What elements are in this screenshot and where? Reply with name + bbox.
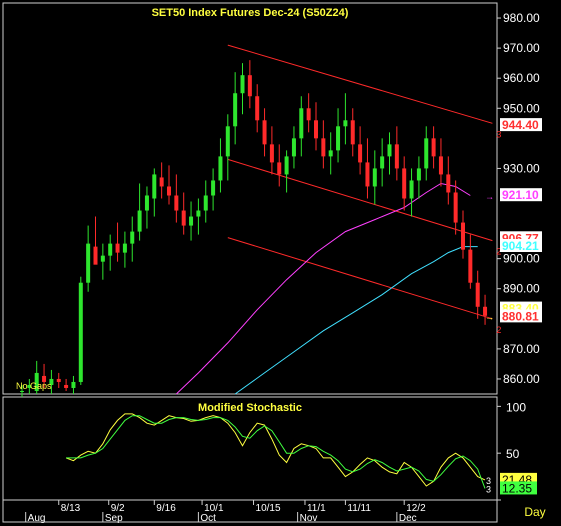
date-tick-label: 11/11 — [347, 503, 371, 514]
channel-end-label: 2 — [496, 325, 501, 335]
candle-body — [365, 162, 370, 187]
price-tick-label: 890.00 — [503, 282, 540, 296]
price-flag-label: 921.10 — [502, 188, 539, 202]
candle-body — [174, 195, 179, 211]
stochastic-flag-label: 12.35 — [502, 481, 532, 495]
month-tick-label: Oct — [200, 513, 216, 524]
candle-body — [255, 96, 260, 121]
price-arrow-marker: → — [485, 191, 494, 201]
candle-body — [233, 93, 238, 127]
candle-body — [71, 381, 76, 388]
candle-body — [416, 168, 421, 181]
candle-body — [64, 384, 69, 388]
candle-body — [299, 108, 304, 139]
price-tick-label: 870.00 — [503, 342, 540, 356]
date-tick-label: 8/13 — [61, 503, 81, 514]
candle-body — [56, 378, 61, 382]
candle-body — [438, 156, 443, 175]
candle-body — [277, 162, 282, 175]
candle-body — [144, 195, 149, 211]
candle-body — [78, 282, 83, 382]
candle-body — [130, 231, 135, 244]
candle-body — [181, 210, 186, 226]
candle-body — [402, 168, 407, 199]
candle-body — [159, 177, 164, 187]
candle-body — [380, 156, 385, 169]
candle-body — [152, 174, 157, 199]
price-chart-title: SET50 Index Futures Dec-24 (S50Z24) — [152, 7, 349, 19]
candle-body — [240, 75, 245, 94]
candle-body — [424, 138, 429, 169]
candle-body — [20, 390, 24, 392]
price-tick-label: 930.00 — [503, 161, 540, 175]
candle-body — [189, 216, 194, 226]
price-tick-label: 950.00 — [503, 101, 540, 115]
month-tick-label: Nov — [300, 513, 318, 524]
stochastic-title: Modified Stochastic — [198, 402, 302, 414]
price-tick-label: 900.00 — [503, 252, 540, 266]
chart-canvas: 322→→ 33 980.00970.00960.00950.00944.409… — [2, 2, 546, 524]
stochastic-tick-label: 50 — [506, 447, 520, 461]
candle-body — [372, 168, 377, 187]
candle-body — [122, 243, 127, 253]
candle-body — [100, 255, 105, 262]
month-tick-label: Sep — [105, 513, 123, 524]
price-tick-label: 980.00 — [503, 11, 540, 25]
candle-body — [394, 144, 399, 169]
candle-body — [343, 120, 348, 127]
candle-body — [321, 138, 326, 157]
candle-body — [108, 243, 113, 256]
candle-body — [93, 246, 98, 265]
candle-body — [350, 120, 355, 145]
candle-body — [409, 180, 414, 199]
candle-body — [115, 243, 120, 253]
candle-body — [247, 75, 252, 97]
candle-body — [306, 108, 311, 121]
stochastic-tick-label: 100 — [506, 400, 526, 414]
price-tick-label: 960.00 — [503, 71, 540, 85]
candle-body — [262, 120, 267, 145]
candle-body — [475, 282, 480, 307]
candle-body — [358, 144, 363, 163]
candle-body — [446, 174, 451, 193]
price-arrow-marker: → — [485, 312, 494, 322]
candle-body — [336, 126, 341, 151]
candle-body — [461, 222, 465, 250]
candle-body — [328, 150, 333, 157]
candle-body — [137, 210, 142, 232]
date-tick-label: 9/16 — [156, 503, 176, 514]
candle-body — [196, 210, 201, 217]
candle-body — [218, 156, 223, 181]
chart-window: 3 2 2 → → 33 980.00 970.00 960.00 950.00 944.40 9… — [0, 0, 561, 526]
month-tick-label: Dec — [399, 513, 417, 524]
candle-body — [86, 243, 91, 283]
candle-body — [211, 180, 216, 196]
price-flag-label: 880.81 — [502, 309, 539, 323]
candle-body — [225, 126, 230, 157]
candle-body — [431, 138, 436, 157]
month-tick-label: Aug — [28, 513, 46, 524]
price-tick-label: 860.00 — [503, 372, 540, 386]
price-tick-label: 970.00 — [503, 41, 540, 55]
candle-body — [269, 144, 274, 163]
period-unit-label[interactable]: Day — [524, 505, 545, 519]
candle-body — [387, 144, 392, 157]
candle-body — [167, 186, 171, 196]
price-flag-label: 944.40 — [502, 118, 539, 132]
gaps-note: No Gaps — [16, 381, 52, 391]
stochastic-end-marker: 3 — [486, 484, 491, 494]
candle-body — [203, 195, 208, 211]
candle-body — [284, 156, 289, 175]
candle-body — [291, 138, 296, 157]
candle-body — [314, 120, 318, 139]
date-tick-label: 10/15 — [256, 503, 281, 514]
candle-body — [453, 192, 458, 223]
candle-body — [468, 249, 473, 283]
